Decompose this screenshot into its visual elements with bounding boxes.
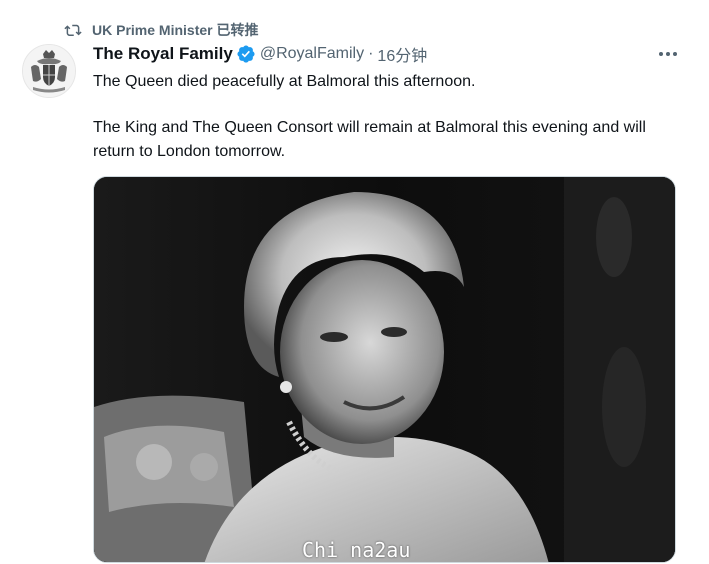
avatar[interactable] (22, 44, 76, 98)
tweet-timestamp[interactable]: 16分钟 (377, 42, 427, 66)
more-options-icon[interactable] (657, 44, 679, 64)
coat-of-arms-icon (23, 45, 75, 97)
retweet-label: UK Prime Minister 已转推 (92, 22, 259, 38)
author-handle[interactable]: @RoyalFamily (260, 45, 364, 63)
tweet-text-line: The King and The Queen Consort will rema… (93, 119, 646, 160)
tweet-body: The Queen died peacefully at Balmoral th… (93, 70, 683, 164)
photo-icon (94, 177, 675, 562)
verified-badge-icon (237, 45, 255, 63)
tweet-text-line: The Queen died peacefully at Balmoral th… (93, 73, 476, 90)
tweet-photo[interactable] (93, 176, 676, 563)
display-name[interactable]: The Royal Family (93, 44, 233, 64)
retweet-icon (64, 24, 82, 36)
retweet-banner[interactable]: UK Prime Minister 已转推 (64, 18, 258, 42)
separator-dot: · (368, 45, 374, 62)
watermark: Chi na2au (302, 538, 411, 562)
tweet-header: The Royal Family @RoyalFamily · 16分钟 (93, 42, 427, 66)
